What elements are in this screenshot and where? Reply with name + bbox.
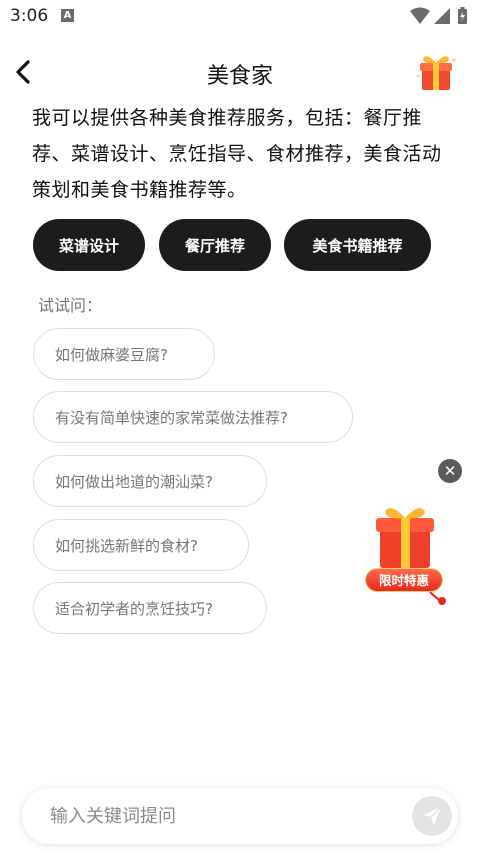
promo-widget[interactable]: 限时特惠 [362, 500, 452, 612]
question-input-bar [22, 788, 458, 844]
send-icon [423, 806, 442, 825]
status-icons [410, 7, 467, 24]
gift-box-icon[interactable] [414, 50, 458, 94]
suggestion-item[interactable]: 如何挑选新鲜的食材? [33, 519, 249, 571]
app-header: 美食家 [0, 46, 480, 98]
wifi-icon [410, 7, 430, 24]
suggestions-label: 试试问： [38, 296, 103, 315]
send-button[interactable] [412, 796, 452, 836]
status-bar: 3:06 A [0, 0, 480, 34]
suggestion-item[interactable]: 适合初学者的烹饪技巧? [33, 582, 267, 634]
signal-icon [434, 8, 450, 24]
chip-food-books[interactable]: 美食书籍推荐 [284, 219, 431, 271]
promo-gift-icon [376, 508, 446, 605]
close-icon: ✕ [443, 462, 457, 480]
notification-badge: A [61, 9, 74, 22]
intro-text: 我可以提供各种美食推荐服务，包括：餐厅推荐、菜谱设计、烹饪指导、食材推荐，美食活… [32, 107, 442, 201]
chip-restaurant-recommendation[interactable]: 餐厅推荐 [159, 219, 271, 271]
close-promo-button[interactable]: ✕ [438, 459, 462, 483]
suggestion-item[interactable]: 如何做麻婆豆腐? [33, 328, 215, 380]
suggestion-item[interactable]: 有没有简单快速的家常菜做法推荐? [33, 391, 353, 443]
promo-label: 限时特惠 [365, 568, 443, 592]
battery-icon [458, 7, 467, 24]
page-title: 美食家 [206, 64, 273, 89]
question-input[interactable] [50, 788, 390, 844]
chip-recipe-design[interactable]: 菜谱设计 [33, 219, 145, 271]
status-time: 3:06 [10, 6, 49, 26]
suggestion-item[interactable]: 如何做出地道的潮汕菜? [33, 455, 267, 507]
